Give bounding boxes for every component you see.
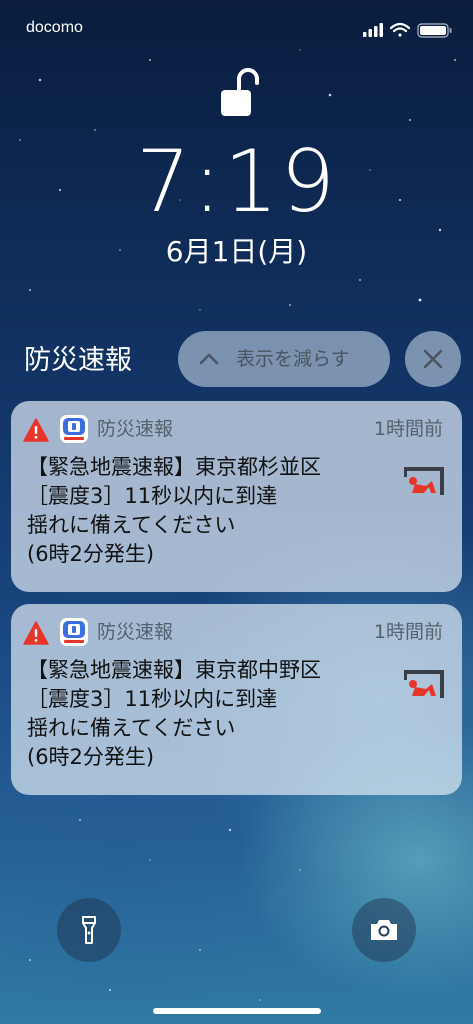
notification-card[interactable]: 防災速報 1時間前 【緊急地震速報】東京都中野区 ［震度3］11秒以内に到達 揺… — [11, 604, 462, 795]
take-cover-icon — [404, 670, 444, 698]
app-name: 防災速報 — [97, 621, 174, 643]
notification-line: 【緊急地震速報】東京都中野区 — [27, 658, 321, 682]
app-name: 防災速報 — [97, 418, 174, 440]
chevron-up-icon — [199, 353, 219, 365]
notification-body: 【緊急地震速報】東京都杉並区 ［震度3］11秒以内に到達 揺れに備えてください … — [27, 453, 387, 569]
app-icon — [60, 415, 88, 443]
home-indicator[interactable] — [153, 1008, 321, 1014]
warning-triangle-icon — [23, 621, 49, 645]
status-icons — [363, 22, 452, 38]
notification-line: 揺れに備えてください — [27, 513, 236, 537]
app-icon — [60, 618, 88, 646]
camera-icon — [371, 920, 397, 940]
lock-screen-date: 6月1日(月) — [165, 235, 308, 268]
cellular-signal-icon — [363, 23, 383, 37]
notification-line: 【緊急地震速報】東京都杉並区 — [27, 455, 321, 479]
notification-group-title: 防災速報 — [24, 345, 132, 376]
take-cover-icon — [404, 467, 444, 495]
clear-notifications-button[interactable] — [405, 331, 461, 387]
camera-button[interactable] — [352, 898, 416, 962]
carrier-name: docomo — [26, 19, 83, 36]
notification-time: 1時間前 — [373, 621, 443, 643]
lock-screen-time: 7:19 — [135, 132, 338, 232]
flashlight-button[interactable] — [57, 898, 121, 962]
notification-line: 揺れに備えてください — [27, 716, 236, 740]
notification-line: ［震度3］11秒以内に到達 — [27, 687, 278, 711]
unlocked-padlock-icon — [221, 68, 259, 116]
warning-triangle-icon — [23, 418, 49, 442]
notification-time: 1時間前 — [373, 418, 443, 440]
flashlight-icon — [82, 916, 96, 944]
notification-line: ［震度3］11秒以内に到達 — [27, 484, 278, 508]
notification-card[interactable]: 防災速報 1時間前 【緊急地震速報】東京都杉並区 ［震度3］11秒以内に到達 揺… — [11, 401, 462, 592]
wifi-icon — [389, 22, 411, 37]
status-bar: docomo — [0, 0, 473, 60]
notification-line: (6時2分発生) — [27, 745, 155, 769]
notification-line: (6時2分発生) — [27, 542, 155, 566]
show-less-button[interactable]: 表示を減らす — [178, 331, 390, 387]
show-less-label: 表示を減らす — [236, 348, 350, 370]
battery-icon — [417, 23, 452, 38]
notification-body: 【緊急地震速報】東京都中野区 ［震度3］11秒以内に到達 揺れに備えてください … — [27, 656, 387, 772]
close-icon — [423, 349, 443, 369]
